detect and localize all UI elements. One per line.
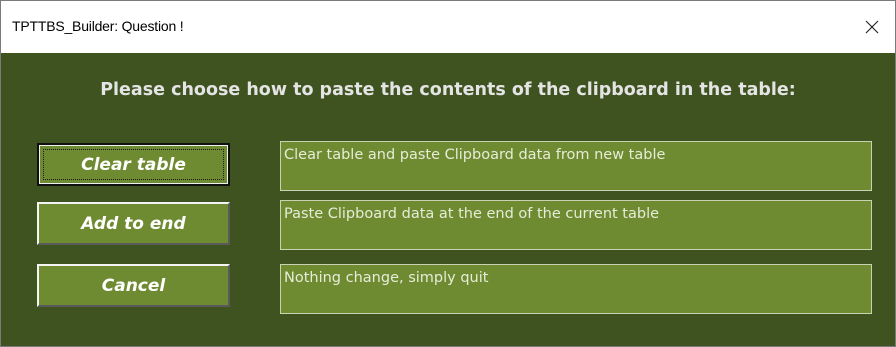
prompt-text: Please choose how to paste the contents … xyxy=(100,80,796,100)
add-to-end-button-label: Add to end xyxy=(81,213,186,234)
close-button[interactable] xyxy=(849,1,895,53)
add-to-end-button[interactable]: Add to end xyxy=(37,202,230,245)
cancel-button-label: Cancel xyxy=(101,275,166,296)
add-to-end-description: Paste Clipboard data at the end of the c… xyxy=(280,200,872,250)
window-title: TPTTBS_Builder: Question ! xyxy=(12,18,184,34)
close-icon xyxy=(865,20,879,34)
clear-table-button[interactable]: Clear table xyxy=(37,143,230,186)
question-dialog: TPTTBS_Builder: Question ! Please choose… xyxy=(0,0,896,347)
title-bar[interactable]: TPTTBS_Builder: Question ! xyxy=(1,1,895,53)
clear-table-button-label: Clear table xyxy=(81,154,186,175)
cancel-button[interactable]: Cancel xyxy=(37,264,230,307)
dialog-body: Please choose how to paste the contents … xyxy=(1,53,895,346)
cancel-description: Nothing change, simply quit xyxy=(280,264,872,314)
clear-table-description: Clear table and paste Clipboard data fro… xyxy=(280,141,872,191)
